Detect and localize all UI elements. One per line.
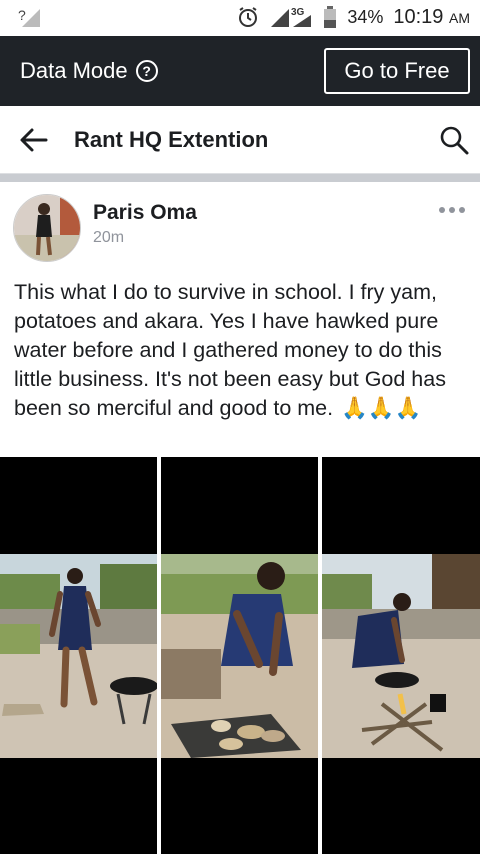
signal-unknown-icon: ? bbox=[18, 6, 42, 33]
battery-percent: 34% bbox=[347, 6, 384, 27]
photo-woman-frying[interactable] bbox=[322, 457, 480, 854]
clock-time: 10:19 bbox=[393, 5, 444, 28]
photo-woman-standing[interactable] bbox=[0, 457, 157, 854]
sim-indicator: ? bbox=[18, 7, 26, 23]
avatar[interactable] bbox=[13, 194, 81, 262]
post-body: This what I do to survive in school. I f… bbox=[14, 278, 470, 423]
data-mode-text: Data Mode bbox=[20, 58, 128, 83]
photo-woman-peeling-yam[interactable] bbox=[161, 457, 318, 854]
group-header: Rant HQ Extention bbox=[0, 106, 480, 174]
status-icons: 3G 34% 10:19 AM bbox=[237, 5, 470, 29]
post-timestamp[interactable]: 20m bbox=[93, 229, 124, 247]
battery-icon bbox=[324, 6, 337, 28]
praying-hands-emoji: 🙏🙏🙏 bbox=[341, 396, 422, 420]
go-to-free-button[interactable]: Go to Free bbox=[324, 48, 470, 94]
status-bar: ? 3G 34% 10:19 AM bbox=[0, 0, 480, 36]
section-divider bbox=[0, 174, 480, 182]
clock-ampm: AM bbox=[449, 9, 470, 26]
post-author[interactable]: Paris Oma bbox=[93, 201, 197, 225]
alarm-icon bbox=[239, 7, 258, 27]
photo-grid bbox=[0, 457, 480, 854]
data-mode-bar: Data Mode ? Go to Free bbox=[0, 36, 480, 106]
back-arrow-icon[interactable] bbox=[18, 124, 50, 156]
data-mode-label[interactable]: Data Mode ? bbox=[20, 58, 158, 84]
info-icon[interactable]: ? bbox=[135, 60, 158, 82]
network-type: 3G bbox=[291, 7, 305, 18]
clock: 10:19 AM bbox=[393, 6, 470, 29]
search-icon[interactable] bbox=[438, 124, 470, 156]
more-options-icon[interactable] bbox=[438, 206, 466, 214]
page-title: Rant HQ Extention bbox=[74, 127, 269, 152]
post-card: Paris Oma 20m This what I do to survive … bbox=[0, 182, 480, 854]
signal-icon: 3G bbox=[271, 7, 312, 27]
